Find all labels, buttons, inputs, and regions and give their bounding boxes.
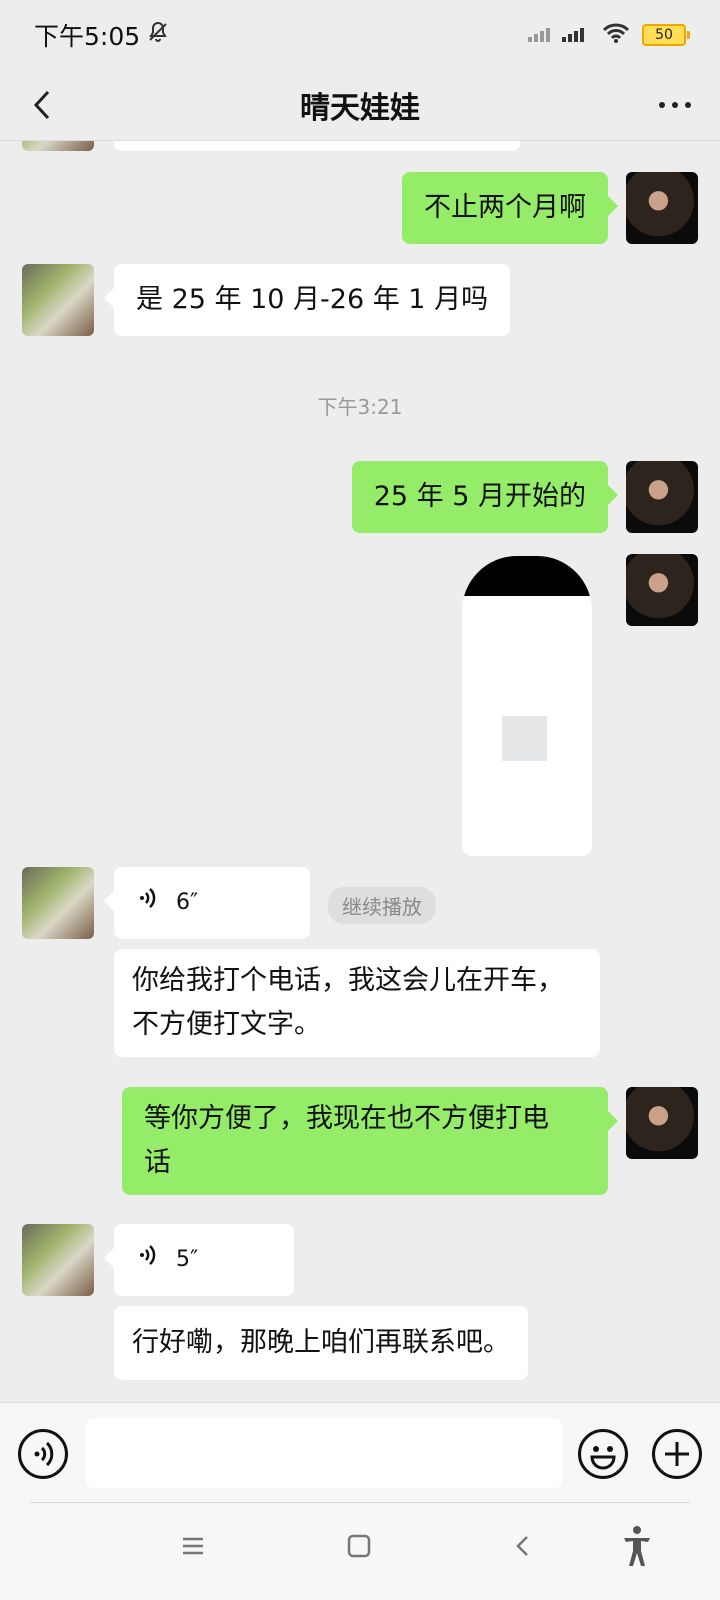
image-message[interactable] xyxy=(462,556,592,856)
message-text: 不止两个月啊 xyxy=(424,192,586,223)
back-icon[interactable] xyxy=(510,1532,536,1567)
composer-bar xyxy=(0,1402,720,1503)
chat-title: 晴天娃娃 xyxy=(300,91,420,126)
voice-message[interactable]: 6″ xyxy=(104,867,310,939)
friend-avatar[interactable] xyxy=(22,141,94,151)
voice-duration: 5″ xyxy=(176,1247,199,1272)
emoji-icon[interactable] xyxy=(578,1429,628,1479)
chat-header: 晴天娃娃 xyxy=(0,70,720,141)
chat-messages[interactable]: 不止两个月啊 是 25 年 10 月-26 年 1 月吗 下午3:21 25 年… xyxy=(0,141,720,1401)
system-navigation xyxy=(0,1502,720,1600)
voice-input-icon[interactable] xyxy=(18,1429,68,1479)
status-left: 下午5:05 xyxy=(34,17,170,53)
voice-wave-icon xyxy=(136,881,162,925)
message-bubble-friend[interactable]: 你给我打个电话，我这会儿在开车， 不方便打文字。 xyxy=(114,949,600,1057)
message-text-line: 话 xyxy=(144,1147,171,1178)
status-time: 下午5:05 xyxy=(34,22,141,51)
plus-icon[interactable] xyxy=(652,1429,702,1479)
message-text: 25 年 5 月开始的 xyxy=(373,481,586,512)
message-bubble-me[interactable]: 25 年 5 月开始的 xyxy=(351,461,619,533)
status-right: 50 xyxy=(526,20,690,50)
message-text-line: 你给我打个电话，我这会儿在开车， xyxy=(132,965,564,996)
my-avatar[interactable] xyxy=(626,1087,698,1159)
message-bubble-friend[interactable]: 行好嘞，那晚上咱们再联系吧。 xyxy=(114,1306,528,1380)
my-avatar[interactable] xyxy=(626,172,698,244)
friend-avatar[interactable] xyxy=(22,1224,94,1296)
wifi-icon xyxy=(602,21,630,50)
image-redaction xyxy=(462,556,592,596)
message-bubble-friend[interactable]: 是 25 年 10 月-26 年 1 月吗 xyxy=(103,264,511,336)
message-text: 行好嘞，那晚上咱们再联系吧。 xyxy=(132,1327,510,1358)
battery-icon: 50 xyxy=(642,24,690,46)
voice-wave-icon xyxy=(136,1238,162,1282)
image-pixel-block xyxy=(502,716,547,761)
friend-avatar[interactable] xyxy=(22,264,94,336)
more-icon[interactable] xyxy=(652,82,698,128)
signal-icon xyxy=(526,20,590,50)
friend-avatar[interactable] xyxy=(22,867,94,939)
continue-playback-button[interactable]: 继续播放 xyxy=(328,887,436,924)
divider xyxy=(30,1502,690,1503)
voice-message-content: 6″ xyxy=(136,867,288,939)
message-text-line: 不方便打文字。 xyxy=(132,1009,321,1040)
message-bubble-me[interactable]: 不止两个月啊 xyxy=(402,172,618,244)
back-chevron-icon[interactable] xyxy=(22,82,68,128)
home-icon[interactable] xyxy=(346,1532,372,1567)
mute-bell-icon xyxy=(146,20,170,50)
my-avatar[interactable] xyxy=(626,554,698,626)
voice-message[interactable]: 5″ xyxy=(104,1224,294,1296)
message-bubble-me[interactable]: 等你方便了，我现在也不方便打电 话 xyxy=(122,1087,618,1195)
message-text-line: 等你方便了，我现在也不方便打电 xyxy=(144,1103,549,1134)
voice-message-content: 5″ xyxy=(136,1224,272,1296)
menu-icon[interactable] xyxy=(180,1532,206,1567)
message-input[interactable] xyxy=(86,1418,562,1488)
voice-duration: 6″ xyxy=(176,890,199,915)
message-text: 是 25 年 10 月-26 年 1 月吗 xyxy=(136,284,489,315)
status-bar: 下午5:05 50 xyxy=(0,0,720,70)
message-bubble-partial[interactable] xyxy=(114,141,520,151)
time-divider: 下午3:21 xyxy=(317,395,403,419)
my-avatar[interactable] xyxy=(626,461,698,533)
accessibility-icon[interactable] xyxy=(620,1524,654,1576)
